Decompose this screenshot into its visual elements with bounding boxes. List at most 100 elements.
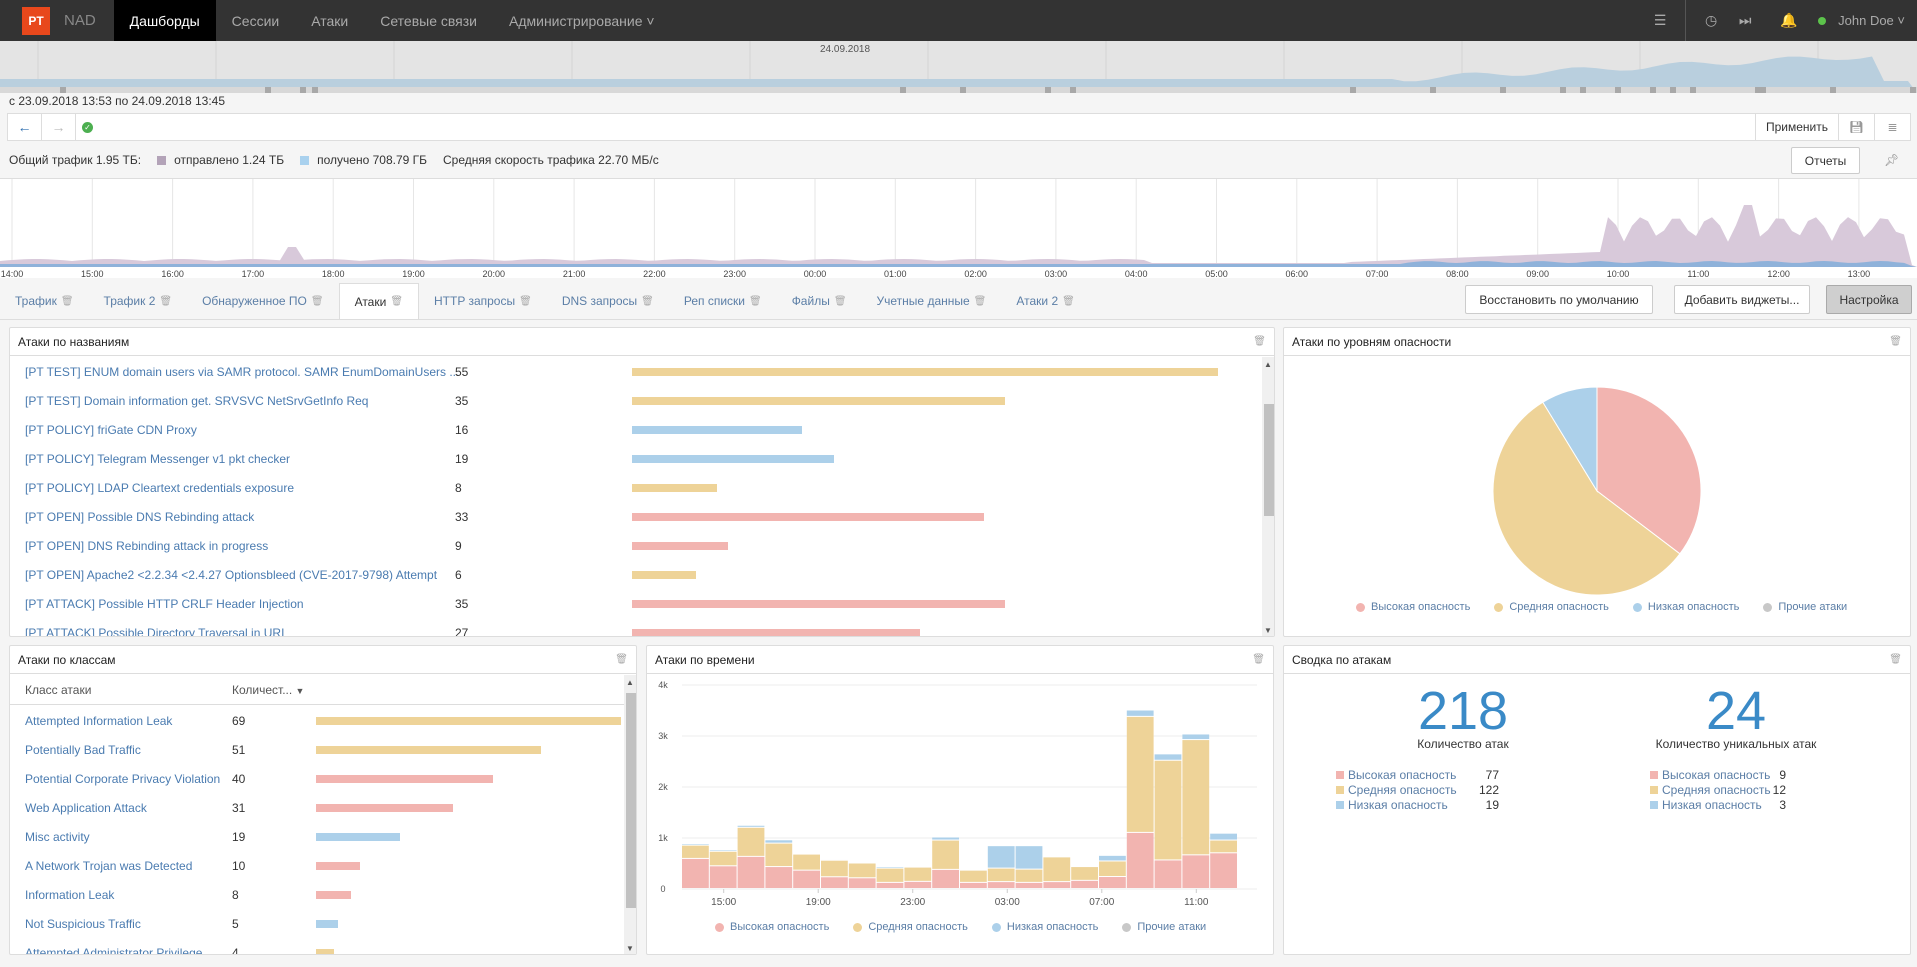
timeline-overview[interactable]: 24.09.2018 — [0, 41, 1917, 93]
legend-item[interactable]: Прочие атаки — [1122, 921, 1206, 933]
attack-name-link[interactable]: [PT ATTACK] Possible Directory Traversal… — [25, 626, 284, 637]
stacked-bar-segment[interactable] — [1154, 754, 1182, 760]
apply-button[interactable]: Применить — [1754, 114, 1838, 140]
stacked-bar-segment[interactable] — [709, 850, 737, 851]
trash-icon[interactable]: 🗑︎ — [1889, 654, 1902, 665]
legend-item[interactable]: Высокая опасность — [1356, 601, 1470, 613]
legend-item[interactable]: Средняя опасность — [1494, 601, 1609, 613]
settings-button[interactable]: Настройка — [1826, 285, 1912, 314]
stacked-bar-segment[interactable] — [1015, 869, 1043, 882]
trash-icon[interactable]: 🗑︎ — [749, 296, 762, 307]
forward-button[interactable]: → — [42, 114, 76, 140]
attack-name-link[interactable]: [PT OPEN] Apache2 <2.2.34 <2.4.27 Option… — [25, 568, 437, 582]
attack-class-link[interactable]: Potentially Bad Traffic — [25, 743, 141, 757]
nav-network-links[interactable]: Сетевые связи — [364, 0, 493, 41]
stacked-bar-segment[interactable] — [904, 881, 932, 888]
attack-name-link[interactable]: [PT TEST] Domain information get. SRVSVC… — [25, 394, 368, 408]
scrollbar[interactable]: ▲ ▼ — [624, 675, 636, 954]
stacked-bar-segment[interactable] — [1154, 760, 1182, 860]
trash-icon[interactable]: 🗑︎ — [61, 296, 74, 307]
nav-administration[interactable]: Администрирование ˅ — [493, 0, 671, 41]
stacked-bar-segment[interactable] — [765, 840, 793, 843]
trash-icon[interactable]: 🗑︎ — [834, 296, 847, 307]
legend-item[interactable]: Высокая опасность — [715, 921, 829, 933]
reports-button[interactable]: Отчеты — [1791, 147, 1860, 174]
attack-name-link[interactable]: [PT OPEN] DNS Rebinding attack in progre… — [25, 539, 268, 553]
stacked-bar-segment[interactable] — [765, 843, 793, 867]
save-icon[interactable]: 💾︎ — [1838, 114, 1874, 140]
attack-class-link[interactable]: Information Leak — [25, 888, 114, 902]
trash-icon[interactable]: 🗑︎ — [1889, 336, 1902, 347]
attack-class-link[interactable]: Potential Corporate Privacy Violation — [25, 772, 220, 786]
stacked-bar-segment[interactable] — [1015, 882, 1043, 888]
scrollbar[interactable]: ▲ ▼ — [1262, 357, 1274, 636]
pt-logo[interactable]: PT — [22, 6, 50, 35]
stacked-bar-segment[interactable] — [987, 846, 1015, 868]
trash-icon[interactable]: 🗑︎ — [974, 296, 987, 307]
trash-icon[interactable]: 🗑︎ — [1062, 296, 1075, 307]
scroll-thumb[interactable] — [626, 693, 636, 908]
scroll-thumb[interactable] — [1264, 404, 1274, 516]
stacked-bar-segment[interactable] — [682, 845, 709, 858]
trash-icon[interactable]: 🗑︎ — [311, 296, 324, 307]
restore-defaults-button[interactable]: Восстановить по умолчанию — [1465, 285, 1653, 314]
stacked-bar-segment[interactable] — [1126, 832, 1154, 888]
attack-name-link[interactable]: [PT TEST] ENUM domain users via SAMR pro… — [25, 365, 459, 379]
nav-dashboards[interactable]: Дашборды — [113, 0, 216, 41]
trash-icon[interactable]: 🗑︎ — [641, 296, 654, 307]
bell-icon[interactable]: 🔔 — [1772, 12, 1806, 29]
stacked-bar-segment[interactable] — [1182, 740, 1210, 855]
tab-item[interactable]: Трафик 2 🗑︎ — [89, 283, 188, 319]
scroll-down-icon[interactable]: ▼ — [624, 944, 636, 953]
attack-name-link[interactable]: [PT POLICY] friGate CDN Proxy — [25, 423, 197, 437]
stacked-bar-segment[interactable] — [876, 868, 904, 882]
nav-sessions[interactable]: Сессии — [216, 0, 296, 41]
stacked-bar-segment[interactable] — [682, 844, 709, 845]
attack-name-link[interactable]: [PT POLICY] LDAP Cleartext credentials e… — [25, 481, 294, 495]
trash-icon[interactable]: 🗑︎ — [1253, 336, 1266, 347]
trash-icon[interactable]: 🗑︎ — [519, 296, 532, 307]
stacked-bar-segment[interactable] — [1099, 861, 1126, 877]
column-count[interactable]: Количест... ▼ — [232, 683, 304, 697]
stacked-bar-segment[interactable] — [932, 840, 959, 869]
tab-item[interactable]: Реп списки 🗑︎ — [669, 283, 777, 319]
legend-item[interactable]: Прочие атаки — [1763, 601, 1847, 613]
stacked-bar-segment[interactable] — [1071, 880, 1098, 888]
stacked-bar-segment[interactable] — [1071, 867, 1098, 880]
pin-icon[interactable]: 📌︎ — [1884, 153, 1899, 167]
attack-class-link[interactable]: Web Application Attack — [25, 801, 147, 815]
tab-item[interactable]: Файлы 🗑︎ — [777, 283, 862, 319]
attack-class-link[interactable]: A Network Trojan was Detected — [25, 859, 192, 873]
stacked-bar-segment[interactable] — [1015, 846, 1043, 869]
clock-icon[interactable]: ◷ — [1694, 12, 1728, 29]
legend-item[interactable]: Средняя опасность — [853, 921, 968, 933]
stacked-bar-segment[interactable] — [960, 882, 987, 888]
stacked-bar-segment[interactable] — [932, 869, 959, 888]
stacked-bar-segment[interactable] — [848, 863, 876, 878]
legend-item[interactable]: Низкая опасность — [991, 921, 1098, 933]
stacked-bar-segment[interactable] — [765, 867, 793, 888]
stacked-bar-segment[interactable] — [1043, 857, 1071, 882]
attack-class-link[interactable]: Misc activity — [25, 830, 90, 844]
stacked-bar-segment[interactable] — [1182, 855, 1210, 888]
attack-name-link[interactable]: [PT ATTACK] Possible HTTP CRLF Header In… — [25, 597, 304, 611]
stacked-bar-segment[interactable] — [1154, 860, 1182, 888]
stacked-bar-segment[interactable] — [1126, 710, 1154, 716]
stacked-bar-segment[interactable] — [821, 860, 848, 877]
stacked-bar-segment[interactable] — [1043, 882, 1071, 888]
stacked-bar-segment[interactable] — [1099, 877, 1126, 888]
add-widgets-button[interactable]: Добавить виджеты... — [1674, 285, 1810, 314]
stacked-bar-segment[interactable] — [876, 882, 904, 888]
attack-name-link[interactable]: [PT POLICY] Telegram Messenger v1 pkt ch… — [25, 452, 290, 466]
traffic-chart[interactable]: 14:00 15:00 16:00 17:00 18:00 19:00 20:00 21:00… — [0, 178, 1917, 279]
stacked-bar-segment[interactable] — [737, 856, 765, 888]
trash-icon[interactable]: 🗑︎ — [159, 296, 172, 307]
stacked-bar-segment[interactable] — [1182, 734, 1210, 740]
tab-item[interactable]: Атаки 🗑︎ — [338, 283, 420, 319]
tab-item[interactable]: Обнаруженное ПО 🗑︎ — [187, 283, 338, 319]
column-class[interactable]: Класс атаки — [25, 683, 91, 697]
tab-item[interactable]: HTTP запросы 🗑︎ — [419, 283, 547, 319]
stacked-bar-segment[interactable] — [987, 868, 1015, 882]
stacked-bar-segment[interactable] — [737, 825, 765, 827]
trash-icon[interactable]: 🗑︎ — [390, 296, 403, 307]
